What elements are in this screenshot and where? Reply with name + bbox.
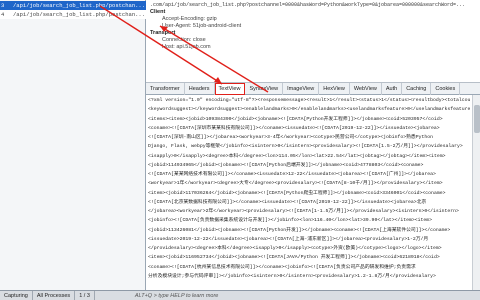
xml-text-line: Django, Flask, webpy等框架</jobinfo><isinte… [148,144,463,150]
session-url: /api/job/search_job_list.php/postchan... [13,2,146,9]
xml-text-line: <![CDATA[深圳-南山区]]></jobarea><workyear>3-… [148,135,433,140]
tree-item: Accept-Encoding: gzip [162,16,217,22]
session-number: 4 [1,11,5,18]
vertical-scrollbar[interactable] [472,95,480,290]
xml-text-line: <item><jobid>117036264</jobid><jobname><… [148,190,446,196]
xml-text-line: <workyear>1年</workyear><degree>大专</degre… [148,181,443,187]
status-bar: Capturing All Processes 1 / 3 ALT+Q > ty… [0,290,480,300]
tab-textview[interactable]: TextView [214,83,246,95]
xml-text-line: <items><item><jobid>109384390</jobid><jo… [148,116,443,122]
xml-text-line: <isapply>0</isapply><degree>本科</degree><… [148,153,446,159]
xml-text-line: <?xml version="1.0" encoding="utf-8"?><r… [148,98,470,103]
xml-text-line: 分析及模块设计;参与代码评审]]></jobinfo><isintern>0</… [148,273,436,279]
request-url-line: .com/api/job/search_job_list.php?postcha… [150,2,466,8]
session-number: 3 [1,2,5,9]
xml-text-line: <![CDATA[某某网络技术有限公司]]></coname><issuedat… [148,172,436,177]
session-list[interactable]: 3 /api/job/search_job_list.php/postchan.… [0,0,146,300]
tab-syntaxview[interactable]: SyntaxView [245,83,284,95]
xml-text-line: <issuedate>2019-12-22</issuedate><jobare… [148,236,429,242]
xml-text-line: <![CDATA[北京某数据科技有限公司]]></coname><issueda… [148,199,427,205]
xml-text-line: <jobid>113426081</jobid><jobname><![CDAT… [148,227,451,233]
tab-caching[interactable]: Caching [402,83,432,95]
xml-text-line: </providesalary><degree>本科</degree><isap… [148,246,442,251]
session-count: 1 / 3 [75,291,95,300]
inspector-panel: .com/api/job/search_job_list.php?postcha… [146,0,480,290]
response-tabbar: Transformer Headers TextView SyntaxView … [146,82,480,95]
xml-text-line: </jobarea><workyear>2年</workyear><provid… [148,209,459,214]
session-row-selected[interactable]: 3 /api/job/search_job_list.php/postchan.… [0,1,146,10]
xml-text-line: <coname><![CDATA[深圳市某某科技有限公司]]></coname>… [148,125,440,131]
xml-text-line: <keywordsuggest></keywordsuggest><enable… [148,107,470,113]
tab-hexview[interactable]: HexView [319,83,350,95]
capture-status[interactable]: Capturing [0,291,33,300]
tab-headers[interactable]: Headers [185,83,215,95]
session-row[interactable]: 4 /api/job/search_job_list.php/postchan.… [0,10,146,19]
xml-text-line: <jobid>114934965</jobid><jobname><![CDAT… [148,162,424,168]
quickexec-input[interactable]: ALT+Q > type HELP to learn more [135,293,218,299]
request-headers-tree: .com/api/job/search_job_list.php?postcha… [146,0,480,62]
tree-item: Host: api.51job.com [162,44,211,50]
tab-imageview[interactable]: ImageView [283,83,320,95]
tree-item: User-Agent: 51job-android-client [162,23,242,29]
tree-item: Connection: close [162,37,206,43]
xml-text-line: <jobinfo><![CDATA[负责数据采集系统设计与开发]]></jobi… [148,218,433,224]
tree-group-transport[interactable]: Transport [150,30,476,37]
session-url: /api/job/search_job_list.php/postchan... [13,11,146,18]
scrollbar-thumb[interactable] [474,105,480,133]
xml-text-line: <item><jobid>116952734</jobid><jobname><… [148,255,440,261]
tab-webview[interactable]: WebView [350,83,382,95]
tab-auth[interactable]: Auth [382,83,403,95]
xml-text-line: <coname><![CDATA[杭州某信息技术有限公司]]></coname>… [148,264,416,270]
process-filter[interactable]: All Processes [33,291,76,300]
tab-cookies[interactable]: Cookies [431,83,461,95]
response-text-view[interactable]: <?xml version="1.0" encoding="utf-8"?><r… [146,95,472,290]
tab-transformer[interactable]: Transformer [146,83,185,95]
tree-group-client[interactable]: Client [150,9,476,16]
